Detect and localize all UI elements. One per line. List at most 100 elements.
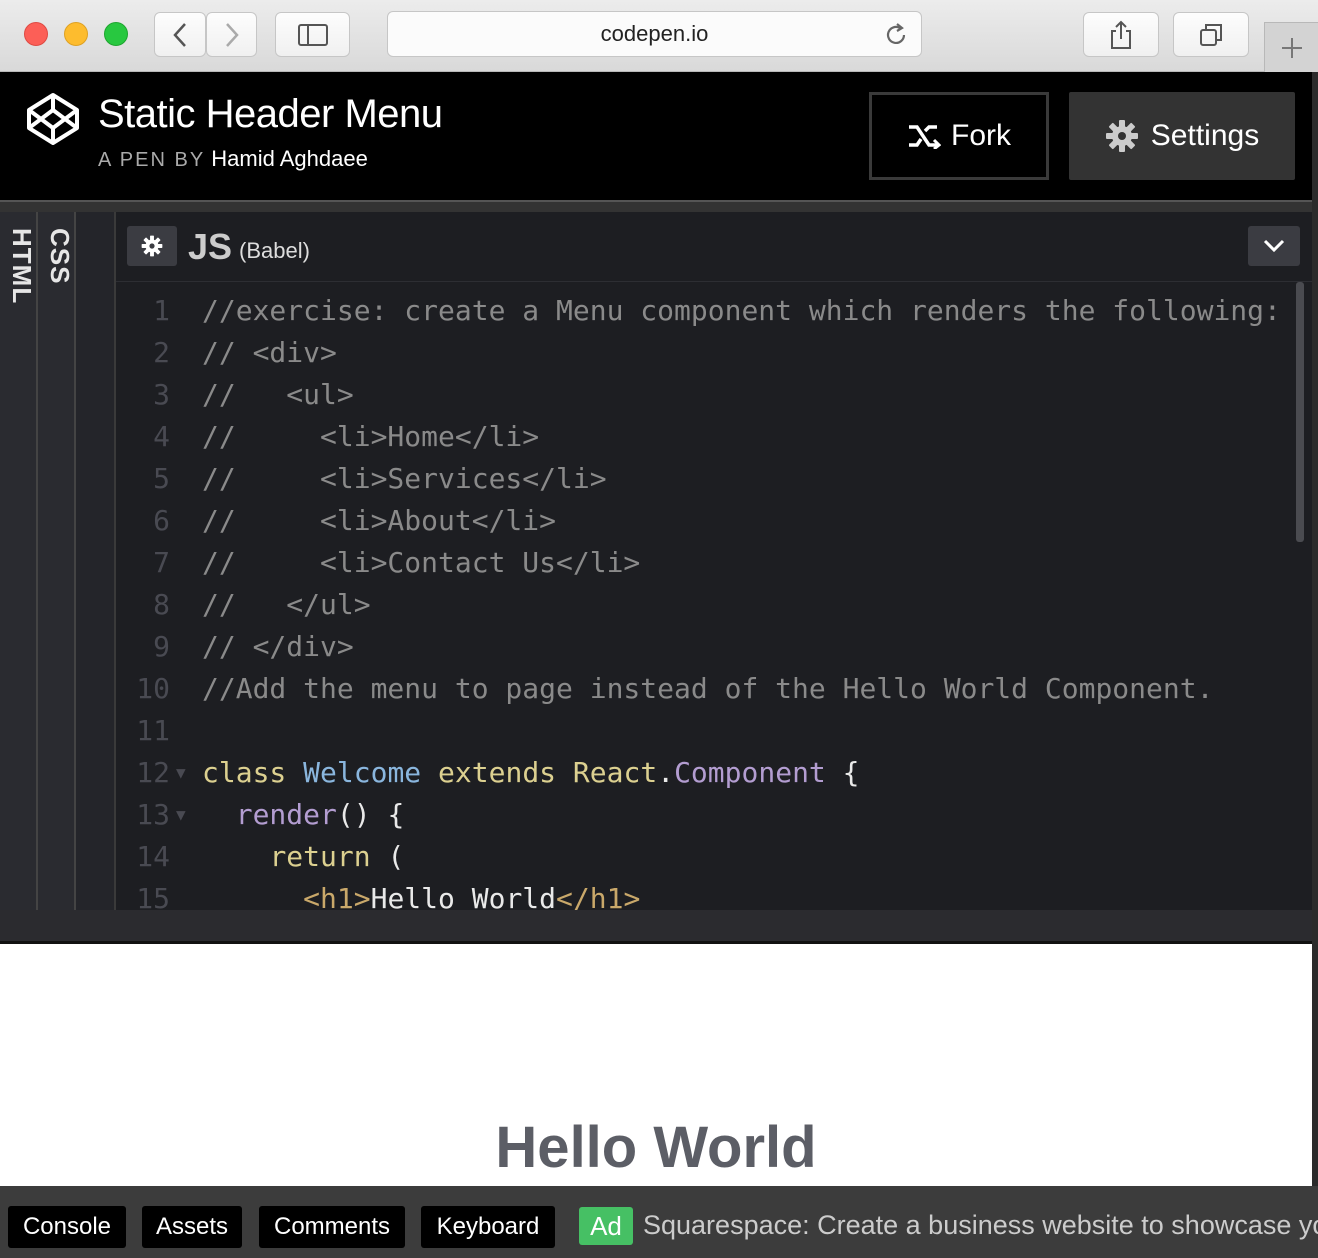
code-text: // </ul>: [202, 588, 371, 621]
pen-header: Static Header Menu A PEN BY Hamid Aghdae…: [0, 72, 1312, 200]
line-number: 15: [136, 882, 170, 910]
collapsed-editor-tabs: HTML CSS: [0, 212, 116, 910]
code-text: class Welcome extends React.Component {: [202, 756, 860, 789]
editor-resize-handle[interactable]: [0, 910, 1312, 944]
gear-icon: [141, 235, 163, 257]
forward-button[interactable]: [206, 12, 257, 57]
codepen-logo-icon[interactable]: [26, 92, 80, 146]
line-number: 12: [136, 756, 170, 789]
editor-divider[interactable]: [76, 212, 116, 910]
fork-label: Fork: [951, 119, 1011, 152]
code-text: //Add the menu to page instead of the He…: [202, 672, 1214, 705]
code-text: // <ul>: [202, 378, 354, 411]
code-line: 8 // </ul>: [116, 584, 1312, 626]
fork-button[interactable]: Fork: [869, 92, 1049, 180]
result-preview: Hello World: [0, 944, 1312, 1186]
chevron-down-icon: [1263, 239, 1285, 253]
tabs-icon: [1200, 23, 1222, 46]
code-text: // </div>: [202, 630, 354, 663]
line-number: 6: [153, 504, 170, 537]
css-editor-tab[interactable]: CSS: [38, 212, 76, 910]
code-line: 4 // <li>Home</li>: [116, 416, 1312, 458]
js-editor-header: JS (Babel): [116, 212, 1312, 282]
code-line: 11: [116, 710, 1312, 752]
chevron-right-icon: [225, 22, 239, 47]
keyboard-button[interactable]: Keyboard: [421, 1206, 555, 1248]
share-button[interactable]: [1083, 12, 1159, 57]
fold-arrow-icon[interactable]: ▼: [176, 794, 186, 836]
css-tab-label: CSS: [45, 228, 75, 285]
pen-author-link[interactable]: Hamid Aghdaee: [211, 146, 368, 171]
browser-toolbar: codepen.io: [0, 0, 1318, 72]
url-text: codepen.io: [600, 21, 709, 46]
window-edge: [1312, 72, 1318, 1186]
code-text: //exercise: create a Menu component whic…: [202, 294, 1281, 327]
ad-link[interactable]: Squarespace: Create a business website t…: [643, 1210, 1318, 1241]
code-line: 9 // </div>: [116, 626, 1312, 668]
gear-icon: [1105, 120, 1138, 152]
code-line: 13 ▼ render() {: [116, 794, 1312, 836]
line-number: 7: [153, 546, 170, 579]
html-tab-label: HTML: [7, 228, 37, 305]
code-line: 7 // <li>Contact Us</li>: [116, 542, 1312, 584]
fold-arrow-icon[interactable]: ▼: [176, 752, 186, 794]
fork-icon: [909, 125, 941, 149]
line-number: 14: [136, 840, 170, 873]
code-line: 6 // <li>About</li>: [116, 500, 1312, 542]
reload-icon[interactable]: [883, 22, 909, 48]
code-line: 5 // <li>Services</li>: [116, 458, 1312, 500]
html-editor-tab[interactable]: HTML: [0, 212, 38, 910]
line-number: 5: [153, 462, 170, 495]
line-number: 3: [153, 378, 170, 411]
code-line: 10 //Add the menu to page instead of the …: [116, 668, 1312, 710]
code-line: 12 ▼ class Welcome extends React.Component…: [116, 752, 1312, 794]
line-number: 9: [153, 630, 170, 663]
editor-top-border: [0, 200, 1312, 212]
chevron-left-icon: [173, 22, 186, 47]
pen-footer: Console Assets Comments Keyboard Ad Squa…: [0, 1186, 1318, 1258]
pen-by-prefix: A PEN BY: [98, 149, 206, 171]
editor-collapse-button[interactable]: [1248, 226, 1300, 266]
code-line: 1 //exercise: create a Menu component whi…: [116, 290, 1312, 332]
code-line: 2 // <div>: [116, 332, 1312, 374]
console-button[interactable]: Console: [8, 1206, 126, 1248]
tabs-overview-button[interactable]: [1173, 12, 1249, 57]
js-preprocessor-label: (Babel): [239, 238, 310, 263]
pen-title: Static Header Menu: [98, 92, 443, 136]
share-icon: [1111, 20, 1131, 49]
line-number: 10: [136, 672, 170, 705]
line-number: 11: [136, 714, 170, 747]
line-number: 8: [153, 588, 170, 621]
close-window-button[interactable]: [24, 22, 48, 46]
js-settings-button[interactable]: [127, 226, 177, 266]
code-text: // <li>Services</li>: [202, 462, 607, 495]
assets-button[interactable]: Assets: [142, 1206, 242, 1248]
code-editor[interactable]: 1 //exercise: create a Menu component whi…: [116, 290, 1312, 910]
editor-scrollbar[interactable]: [1296, 282, 1304, 542]
plus-icon: [1281, 37, 1302, 58]
line-number: 1: [153, 294, 170, 327]
preview-heading: Hello World: [495, 1115, 817, 1180]
comments-button[interactable]: Comments: [259, 1206, 405, 1248]
code-line: 15 <h1>Hello World</h1>: [116, 878, 1312, 910]
js-panel-label: JS: [188, 226, 233, 267]
code-text: // <li>Home</li>: [202, 420, 540, 453]
address-bar[interactable]: codepen.io: [387, 11, 922, 57]
line-number: 13: [136, 798, 170, 831]
code-text: // <div>: [202, 336, 337, 369]
code-text: // <li>Contact Us</li>: [202, 546, 641, 579]
js-editor-panel: JS (Babel) 1 //exercise: create a Menu co…: [116, 212, 1312, 910]
pen-byline: A PEN BY Hamid Aghdaee: [98, 146, 368, 172]
settings-label: Settings: [1150, 119, 1260, 152]
code-line: 3 // <ul>: [116, 374, 1312, 416]
sidebar-toggle-button[interactable]: [275, 12, 350, 57]
code-text: // <li>About</li>: [202, 504, 557, 537]
code-line: 14 return (: [116, 836, 1312, 878]
new-tab-button[interactable]: [1264, 22, 1318, 72]
code-text: <h1>Hello World</h1>: [303, 882, 641, 910]
back-button[interactable]: [154, 12, 206, 57]
ad-badge: Ad: [579, 1207, 633, 1245]
settings-button[interactable]: Settings: [1069, 92, 1295, 180]
minimize-window-button[interactable]: [64, 22, 88, 46]
zoom-window-button[interactable]: [104, 22, 128, 46]
